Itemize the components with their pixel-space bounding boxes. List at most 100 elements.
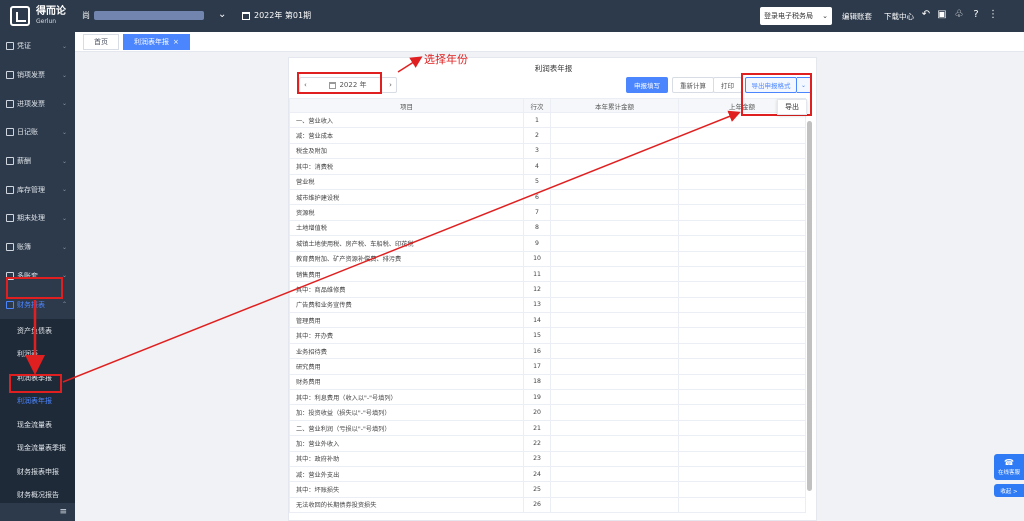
row-current-year-amount[interactable]: [550, 450, 679, 467]
row-last-year-amount[interactable]: [678, 389, 806, 406]
row-last-year-amount[interactable]: [678, 235, 806, 252]
row-current-year-amount[interactable]: [550, 465, 679, 483]
row-current-year-amount[interactable]: [550, 142, 679, 160]
row-current-year-amount[interactable]: [550, 358, 679, 375]
row-current-year-amount[interactable]: [550, 389, 679, 406]
table-row: 管理费用 14: [289, 312, 806, 329]
row-current-year-amount[interactable]: [550, 296, 679, 314]
logo[interactable]: 得而论 Gerlun: [0, 0, 75, 32]
row-last-year-amount[interactable]: [678, 373, 806, 391]
chevron-down-icon[interactable]: ⌄: [218, 9, 226, 20]
row-last-year-amount[interactable]: [678, 173, 806, 190]
online-service-button[interactable]: ☎ 在线客服: [994, 454, 1024, 480]
sidebar-item-voucher[interactable]: 凭证 ⌄: [0, 32, 75, 61]
row-last-year-amount[interactable]: [678, 419, 806, 437]
row-current-year-amount[interactable]: [550, 235, 679, 252]
report-panel: 利润表年报 ‹ 2022 年 › 申报填写 重新计算 打印 导出申报格式 ⌄ 导…: [288, 57, 817, 521]
row-last-year-amount[interactable]: [678, 327, 806, 344]
print-button[interactable]: 打印: [713, 77, 742, 93]
table-row: 营业税 5: [289, 173, 806, 190]
row-last-year-amount[interactable]: [678, 158, 806, 175]
row-last-year-amount[interactable]: [678, 404, 806, 421]
row-last-year-amount[interactable]: [678, 265, 806, 283]
edit-account-link[interactable]: 编辑账套: [842, 11, 872, 22]
table-row: 其中：利息费用（收入以"-"号填列） 19: [289, 389, 806, 406]
row-current-year-amount[interactable]: [550, 111, 679, 129]
row-last-year-amount[interactable]: [678, 219, 806, 237]
row-last-year-amount[interactable]: [678, 188, 806, 206]
row-current-year-amount[interactable]: [550, 312, 679, 329]
back-icon[interactable]: ↶: [920, 9, 932, 21]
ledger-icon: [6, 243, 14, 252]
row-line-number: 18: [523, 373, 551, 391]
close-icon[interactable]: ×: [173, 38, 179, 46]
row-last-year-amount[interactable]: [678, 496, 806, 514]
sidebar-subitem-cash-flow[interactable]: 现金流量表: [0, 412, 75, 437]
fullscreen-icon[interactable]: ▣: [936, 9, 948, 21]
row-last-year-amount[interactable]: [678, 358, 806, 375]
row-item-label: 财务费用: [289, 373, 524, 391]
row-current-year-amount[interactable]: [550, 281, 679, 298]
row-current-year-amount[interactable]: [550, 250, 679, 267]
row-last-year-amount[interactable]: [678, 465, 806, 483]
sidebar-item-sales-invoice[interactable]: 销项发票 ⌄: [0, 61, 75, 90]
row-last-year-amount[interactable]: [678, 281, 806, 298]
row-current-year-amount[interactable]: [550, 342, 679, 360]
sidebar-item-journal[interactable]: 日记账 ⌄: [0, 118, 75, 147]
vertical-scrollbar[interactable]: [807, 121, 812, 491]
company-selector[interactable]: 尚: [82, 10, 204, 21]
row-current-year-amount[interactable]: [550, 265, 679, 283]
tab-income-annual[interactable]: 利润表年报 ×: [123, 33, 190, 50]
row-last-year-amount[interactable]: [678, 312, 806, 329]
table-row: 其中：开办费 15: [289, 327, 806, 344]
collapse-menu-icon[interactable]: ≡: [59, 507, 67, 517]
collapse-service-button[interactable]: 收起 >: [994, 484, 1024, 497]
row-current-year-amount[interactable]: [550, 204, 679, 221]
menu-icon[interactable]: ⋮: [987, 9, 999, 21]
row-last-year-amount[interactable]: [678, 250, 806, 267]
sidebar-subitem-cash-flow-quarterly[interactable]: 现金流量表季报: [0, 436, 75, 460]
download-center-link[interactable]: 下载中心: [884, 11, 914, 22]
row-last-year-amount[interactable]: [678, 481, 806, 498]
row-current-year-amount[interactable]: [550, 127, 679, 144]
sidebar-subitem-income-statement[interactable]: 利润表: [0, 342, 75, 366]
sidebar-item-purchase-invoice[interactable]: 进项发票 ⌄: [0, 89, 75, 118]
row-last-year-amount[interactable]: [678, 435, 806, 452]
row-current-year-amount[interactable]: [550, 219, 679, 237]
row-current-year-amount[interactable]: [550, 158, 679, 175]
table-row: 减：营业成本 2: [289, 127, 806, 144]
declare-fill-button[interactable]: 申报填写: [626, 77, 668, 93]
row-last-year-amount[interactable]: [678, 127, 806, 144]
sidebar-subitem-balance-sheet[interactable]: 资产负债表: [0, 318, 75, 343]
row-last-year-amount[interactable]: [678, 142, 806, 160]
row-current-year-amount[interactable]: [550, 173, 679, 190]
sidebar-item-period-end[interactable]: 期末处理 ⌄: [0, 204, 75, 233]
sidebar-subitem-report-declaration[interactable]: 财务报表申报: [0, 459, 75, 484]
row-last-year-amount[interactable]: [678, 450, 806, 467]
bell-icon[interactable]: ♧: [953, 9, 965, 21]
row-last-year-amount[interactable]: [678, 342, 806, 360]
period-selector[interactable]: 2022年 第01期: [242, 10, 311, 21]
row-current-year-amount[interactable]: [550, 435, 679, 452]
tax-bureau-login-select[interactable]: 登录电子税务局 ⌄: [760, 7, 832, 25]
export-menu-item[interactable]: 导出: [777, 99, 807, 115]
row-current-year-amount[interactable]: [550, 327, 679, 344]
recalculate-button[interactable]: 重新计算: [672, 77, 714, 93]
row-current-year-amount[interactable]: [550, 496, 679, 514]
row-last-year-amount[interactable]: [678, 296, 806, 314]
sidebar-item-inventory[interactable]: 库存管理 ⌄: [0, 175, 75, 204]
row-item-label: 研究费用: [289, 358, 524, 375]
row-last-year-amount[interactable]: [678, 204, 806, 221]
tab-home[interactable]: 首页: [83, 33, 119, 50]
chevron-down-icon: ⌄: [61, 186, 67, 194]
next-year-icon[interactable]: ›: [389, 81, 392, 89]
table-row: 城市维护建设税 6: [289, 188, 806, 206]
row-current-year-amount[interactable]: [550, 373, 679, 391]
row-current-year-amount[interactable]: [550, 404, 679, 421]
row-current-year-amount[interactable]: [550, 419, 679, 437]
sidebar-item-salary[interactable]: 薪酬 ⌄: [0, 147, 75, 176]
row-current-year-amount[interactable]: [550, 188, 679, 206]
sidebar-item-ledger[interactable]: 账簿 ⌄: [0, 233, 75, 262]
row-current-year-amount[interactable]: [550, 481, 679, 498]
help-icon[interactable]: ?: [970, 9, 982, 21]
